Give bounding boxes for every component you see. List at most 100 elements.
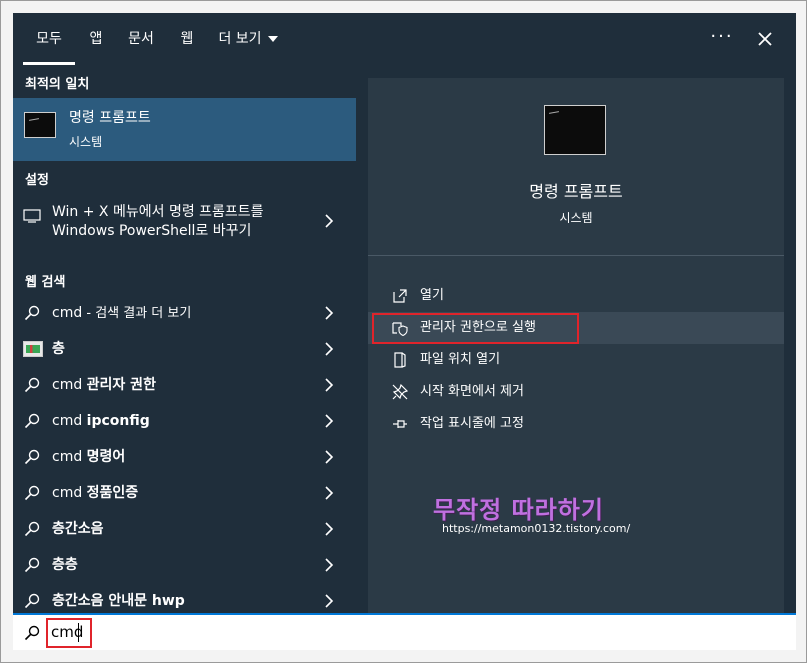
- search-icon: [24, 521, 40, 537]
- tab-all-label: 모두: [36, 31, 62, 47]
- search-icon: [24, 593, 40, 609]
- tab-all[interactable]: 모두: [23, 13, 75, 65]
- search-icon: [24, 485, 40, 501]
- web-result-suggestion: 층: [52, 341, 65, 357]
- unpin-icon: [392, 384, 408, 400]
- web-result-suggestion: 층간소음: [52, 521, 104, 537]
- web-result-query: cmd: [52, 449, 87, 465]
- action-unpin-from-start-label: 시작 화면에서 제거: [420, 384, 524, 399]
- chevron-right-icon: [325, 306, 334, 320]
- tab-apps[interactable]: 앱: [81, 13, 111, 65]
- chevron-right-icon: [325, 558, 334, 572]
- web-result-item[interactable]: 층: [13, 331, 356, 367]
- web-result-item[interactable]: 층간소음: [13, 511, 356, 547]
- chevron-right-icon: [325, 486, 334, 500]
- start-search-panel: 모두 앱 문서 웹 더 보기 ··· 최적의 일치 명령 프롬프트 시스템 설정…: [13, 13, 796, 650]
- close-button[interactable]: [750, 25, 780, 53]
- command-prompt-large-icon: [544, 105, 606, 155]
- best-match-title: 명령 프롬프트: [69, 110, 151, 126]
- web-result-suggestion: 층층: [52, 557, 78, 573]
- ellipsis-icon: ···: [710, 26, 734, 47]
- filter-tab-bar: 모두 앱 문서 웹 더 보기 ···: [13, 13, 796, 65]
- watermark-title: 무작정 따라하기: [433, 496, 604, 524]
- action-unpin-from-start[interactable]: 시작 화면에서 제거: [368, 376, 784, 408]
- web-result-suggestion: 정품인증: [86, 485, 139, 501]
- best-match-item[interactable]: 명령 프롬프트 시스템: [13, 98, 356, 161]
- close-icon: [758, 32, 772, 46]
- section-best-match: 최적의 일치: [25, 77, 90, 92]
- chevron-right-icon: [325, 214, 334, 228]
- screenshot-frame: 모두 앱 문서 웹 더 보기 ··· 최적의 일치 명령 프롬프트 시스템 설정…: [0, 0, 807, 663]
- search-icon: [24, 557, 40, 573]
- web-result-suggestion: 관리자 권한: [86, 377, 156, 393]
- chevron-right-icon: [325, 594, 334, 608]
- watermark-url: https://metamon0132.tistory.com/: [442, 522, 631, 535]
- more-options-button[interactable]: ···: [707, 25, 737, 53]
- divider: [368, 255, 784, 256]
- web-result-suggestion: ipconfig: [86, 413, 150, 429]
- web-result-label: cmd 정품인증: [52, 475, 138, 511]
- web-result-query: cmd: [52, 485, 87, 501]
- tab-documents[interactable]: 문서: [121, 13, 161, 65]
- file-location-icon: [394, 352, 406, 368]
- web-result-item[interactable]: cmd 관리자 권한: [13, 367, 356, 403]
- web-result-item[interactable]: cmd 명령어: [13, 439, 356, 475]
- highlight-box-run-as-admin: [372, 313, 579, 344]
- web-result-item[interactable]: cmd ipconfig: [13, 403, 356, 439]
- action-pin-to-taskbar[interactable]: 작업 표시줄에 고정: [368, 408, 784, 440]
- chevron-right-icon: [325, 378, 334, 392]
- web-result-suggestion: 명령어: [86, 449, 126, 465]
- tab-more[interactable]: 더 보기: [213, 13, 283, 65]
- section-settings: 설정: [25, 173, 49, 188]
- best-match-subtitle: 시스템: [69, 135, 103, 149]
- web-result-label: cmd 관리자 권한: [52, 367, 156, 403]
- web-result-item[interactable]: cmd - 검색 결과 더 보기: [13, 295, 356, 331]
- action-open-file-location-label: 파일 위치 열기: [420, 352, 501, 367]
- settings-item-line2: Windows PowerShell로 바꾸기: [52, 223, 252, 239]
- web-result-query: cmd: [52, 377, 87, 393]
- action-open[interactable]: 열기: [368, 280, 784, 312]
- action-open-file-location[interactable]: 파일 위치 열기: [368, 344, 784, 376]
- web-result-item[interactable]: 층층: [13, 547, 356, 583]
- web-result-label: 층간소음: [52, 511, 104, 547]
- results-list: 최적의 일치 명령 프롬프트 시스템 설정 Win + X 메뉴에서 명령 프롬…: [13, 65, 356, 613]
- web-result-label: 층층: [52, 547, 78, 583]
- web-result-label: cmd ipconfig: [52, 403, 150, 439]
- preview-subtitle: 시스템: [559, 211, 593, 225]
- chevron-right-icon: [325, 450, 334, 464]
- chevron-right-icon: [325, 414, 334, 428]
- preview-title: 명령 프롬프트: [529, 182, 623, 201]
- highlight-box-search: [46, 618, 92, 648]
- search-icon: [24, 413, 40, 429]
- tab-apps-label: 앱: [89, 31, 103, 47]
- chevron-down-icon: [267, 36, 278, 42]
- preview-pane: 명령 프롬프트 시스템 열기 관리자 권한으로 실행 파일 위치 열기 시작 화…: [368, 78, 784, 613]
- tab-more-label: 더 보기: [218, 31, 262, 47]
- command-prompt-app-icon: [24, 112, 56, 138]
- settings-item-line1: Win + X 메뉴에서 명령 프롬프트를: [52, 204, 264, 220]
- monitor-icon: [23, 209, 41, 223]
- web-result-query: cmd: [52, 305, 83, 321]
- chevron-right-icon: [325, 522, 334, 536]
- action-open-label: 열기: [420, 288, 444, 303]
- web-result-label: cmd 명령어: [52, 439, 125, 475]
- search-box[interactable]: cmd: [13, 613, 796, 650]
- web-result-label: cmd - 검색 결과 더 보기: [52, 295, 191, 331]
- web-result-label: 층: [52, 331, 65, 367]
- search-icon: [24, 449, 40, 465]
- search-icon: [24, 625, 40, 641]
- result-thumbnail: [23, 341, 43, 357]
- chevron-right-icon: [325, 342, 334, 356]
- web-result-suggestion: 층간소음 안내문 hwp: [52, 593, 185, 609]
- open-icon: [393, 289, 407, 303]
- section-web-search: 웹 검색: [25, 275, 66, 290]
- pin-icon: [393, 420, 407, 428]
- tab-documents-label: 문서: [128, 31, 154, 47]
- action-pin-to-taskbar-label: 작업 표시줄에 고정: [420, 416, 524, 431]
- web-result-item[interactable]: cmd 정품인증: [13, 475, 356, 511]
- tab-web-label: 웹: [180, 31, 194, 47]
- settings-item-powershell[interactable]: Win + X 메뉴에서 명령 프롬프트를 Windows PowerShell…: [13, 195, 356, 247]
- search-icon: [24, 377, 40, 393]
- web-result-hint: - 검색 결과 더 보기: [82, 306, 192, 321]
- tab-web[interactable]: 웹: [173, 13, 201, 65]
